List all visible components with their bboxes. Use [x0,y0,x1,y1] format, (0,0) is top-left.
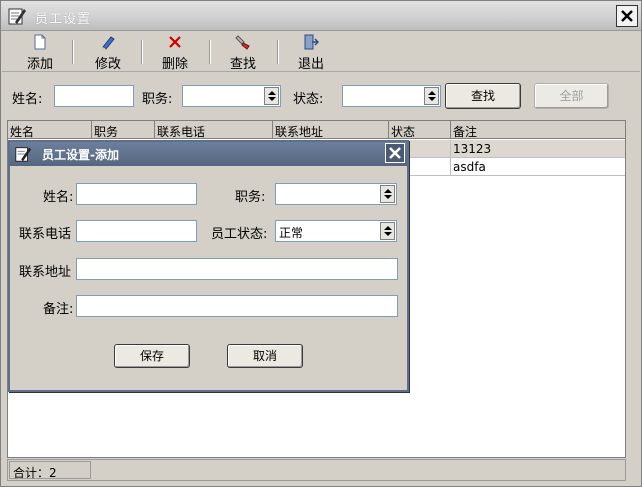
toolbar-separator [141,40,143,64]
delete-label: 删除 [161,57,188,72]
column-header-name[interactable]: 姓名 [8,121,92,139]
find-button[interactable]: 查找 [218,34,268,72]
search-name-label: 姓名: [12,92,43,107]
column-header-address[interactable]: 联系地址 [273,121,389,139]
column-header-status[interactable]: 状态 [389,121,451,139]
toolbar-separator [209,40,211,64]
updown-arrow-icon[interactable] [264,87,279,105]
add-button[interactable]: 添加 [15,34,65,72]
row-remark-cell: asdfa [453,160,486,174]
updown-arrow-icon[interactable] [380,222,395,240]
position-select[interactable] [275,183,397,205]
dialog-body: 姓名: 职务: 联系电话 员工状态: 正常 联系地址 备注: 保存 取消 [10,166,407,390]
toolbar-separator [72,40,74,64]
toolbar: 添加 修改 删除 查找 退出 [2,32,640,72]
column-header-remark[interactable]: 备注 [451,121,625,139]
add-employee-dialog: 员工设置-添加 姓名: 职务: 联系电话 员工状态: 正常 联系地址 备注: 保… [8,140,409,392]
edit-button[interactable]: 修改 [83,34,133,72]
toolbar-separator [277,40,279,64]
search-name-input[interactable] [54,85,134,107]
find-label: 查找 [229,57,256,72]
window-close-button[interactable] [616,5,638,27]
find-flashlight-icon [235,35,250,50]
exit-door-icon [304,34,319,50]
remark-label: 备注: [43,302,74,317]
updown-arrow-icon[interactable] [380,185,395,203]
search-status-label: 状态: [293,92,324,107]
pencil-icon [102,36,115,50]
phone-input[interactable] [76,220,197,242]
save-button[interactable]: 保存 [114,344,190,368]
delete-button[interactable]: 删除 [150,34,200,72]
remark-input[interactable] [76,295,398,317]
table-header: 姓名 职务 联系电话 联系地址 状态 备注 [8,121,625,139]
employee-status-value: 正常 [279,226,304,240]
dialog-titlebar[interactable]: 员工设置-添加 [10,142,407,166]
column-header-position[interactable]: 职务 [92,121,155,139]
name-input[interactable] [76,183,197,205]
add-label: 添加 [26,57,53,72]
close-icon [621,10,633,22]
new-document-icon [34,34,46,50]
search-find-button[interactable]: 查找 [445,83,521,109]
employee-status-select[interactable]: 正常 [275,220,397,242]
dialog-close-button[interactable] [385,143,405,163]
close-icon [389,147,401,159]
delete-x-icon [169,36,181,48]
exit-button[interactable]: 退出 [286,34,336,72]
edit-label: 修改 [94,57,121,72]
search-position-label: 职务: [142,92,173,107]
exit-label: 退出 [297,57,324,72]
notepad-pencil-icon [14,145,32,163]
employee-status-label: 员工状态: [211,227,268,242]
address-input[interactable] [76,258,398,280]
show-all-button[interactable]: 全部 [534,83,609,109]
search-status-select[interactable] [342,85,441,107]
window-title: 员工设置 [35,12,92,27]
total-count: 合计：2 [9,461,91,480]
position-label: 职务: [235,190,266,205]
notepad-pencil-icon [7,6,27,26]
phone-label: 联系电话 [19,227,72,242]
cancel-button[interactable]: 取消 [227,344,303,368]
row-remark-cell: 13123 [453,142,492,156]
dialog-title: 员工设置-添加 [42,148,119,162]
window-titlebar[interactable]: 员工设置 [1,1,641,31]
status-bar: 合计：2 [7,459,626,481]
column-header-phone[interactable]: 联系电话 [155,121,273,139]
search-bar: 姓名: 职务: 状态: 查找 全部 [2,73,640,117]
search-position-select[interactable] [182,85,281,107]
address-label: 联系地址 [19,265,72,280]
name-label: 姓名: [43,190,74,205]
updown-arrow-icon[interactable] [424,87,439,105]
